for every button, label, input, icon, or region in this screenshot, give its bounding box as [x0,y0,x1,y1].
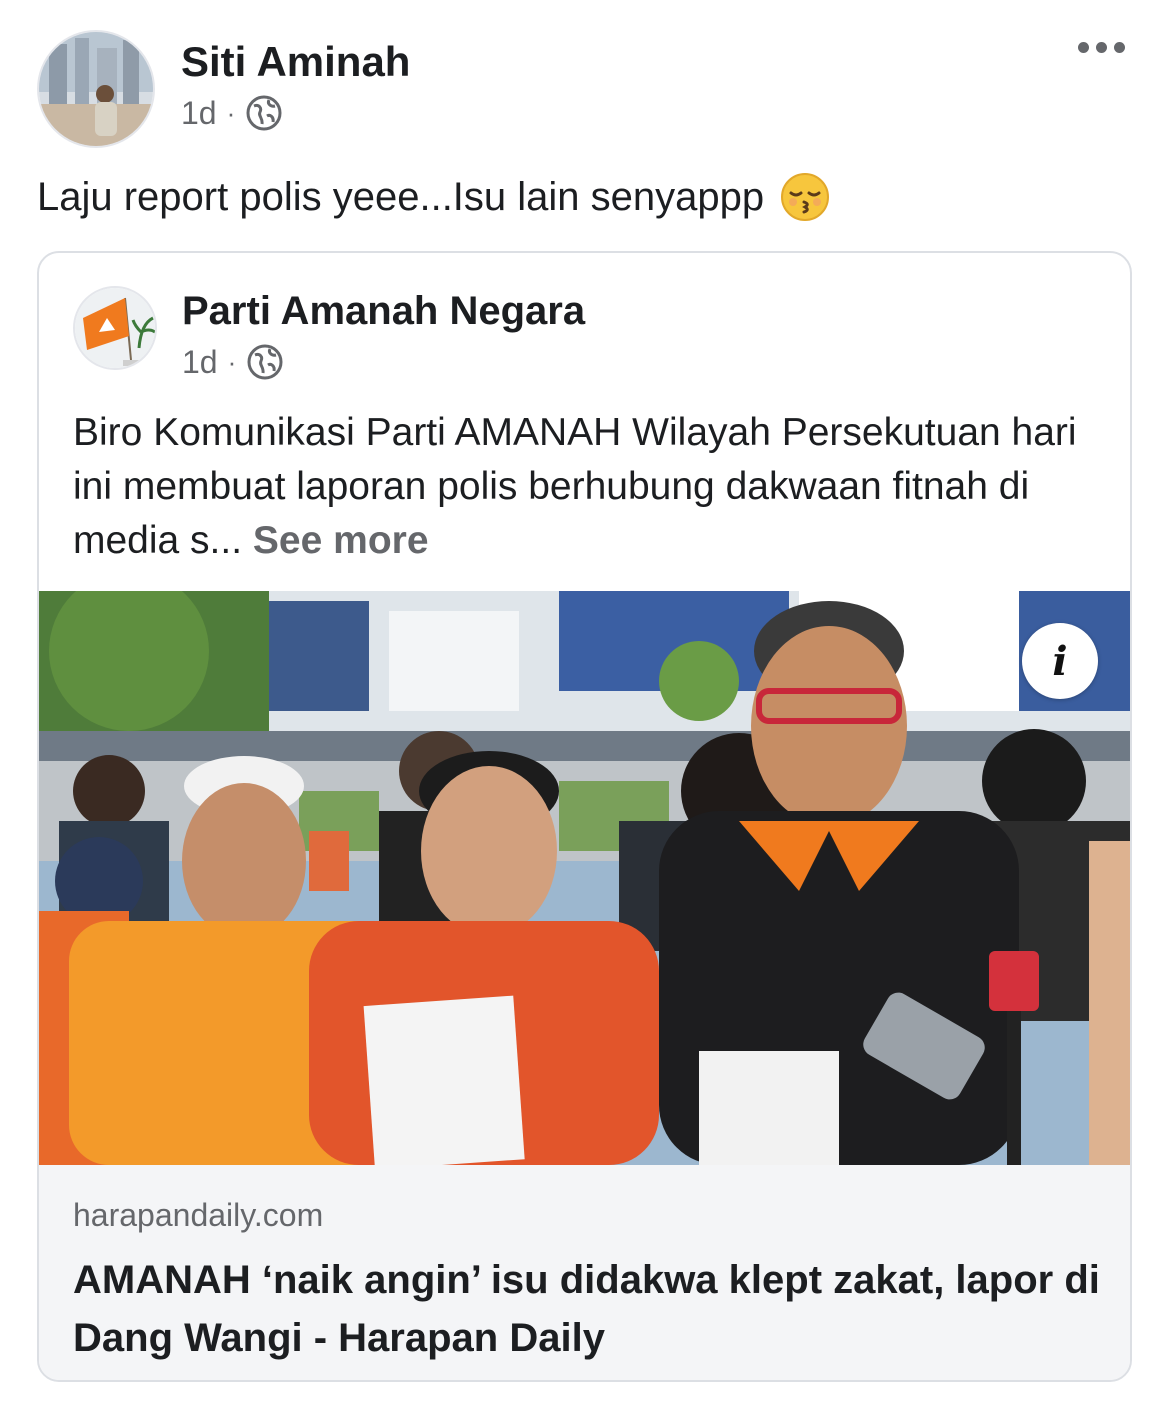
post-text: Laju report polis yeee...Isu lain senyap… [37,172,830,222]
globe-icon [246,343,284,381]
shared-post-time[interactable]: 1d [182,344,218,381]
meta-separator: · [226,97,236,128]
post-meta: 1d · [181,94,283,132]
page-name[interactable]: Parti Amanah Negara [182,289,585,334]
author-name[interactable]: Siti Aminah [181,38,410,86]
info-icon[interactable]: i [1022,623,1098,699]
link-preview-image[interactable]: i [39,591,1130,1165]
see-more-link[interactable]: See more [253,519,429,562]
link-title[interactable]: AMANAH ‘naik angin’ isu didakwa klept za… [73,1251,1103,1367]
shared-post-meta: 1d · [182,343,284,381]
link-preview-footer[interactable]: harapandaily.com AMANAH ‘naik angin’ isu… [39,1165,1130,1380]
link-domain: harapandaily.com [73,1197,324,1233]
kissing-face-emoji-icon [780,172,830,222]
shared-post-body: Biro Komunikasi Parti AMANAH Wilayah Per… [73,411,1077,562]
globe-icon [245,94,283,132]
post-text-body: Laju report polis yeee...Isu lain senyap… [37,174,765,219]
page-avatar[interactable] [73,286,157,370]
author-avatar[interactable] [37,30,155,148]
more-options-icon[interactable] [1078,42,1125,53]
shared-post-text: Biro Komunikasi Parti AMANAH Wilayah Per… [73,406,1113,568]
meta-separator: · [227,346,237,377]
shared-post-card[interactable]: Parti Amanah Negara 1d · Biro Komunikasi… [37,251,1132,1382]
post-time[interactable]: 1d [181,95,217,132]
